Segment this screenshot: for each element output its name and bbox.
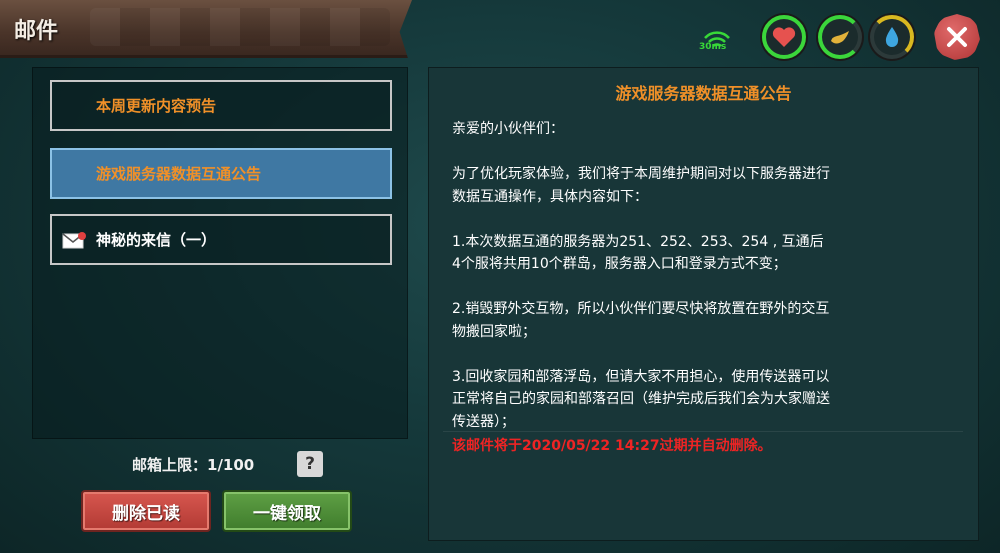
hunger-button[interactable] xyxy=(818,15,862,59)
close-icon xyxy=(947,27,967,47)
mail-item-label: 神秘的来信（一） xyxy=(96,231,217,249)
mail-item-label: 本周更新内容预告 xyxy=(96,97,217,115)
page-title: 邮件 xyxy=(14,19,59,44)
mail-item-label: 游戏服务器数据互通公告 xyxy=(96,165,262,183)
food-icon xyxy=(831,31,849,44)
heart-icon xyxy=(772,27,796,47)
close-button[interactable] xyxy=(934,14,980,60)
mail-item-mysterious-letter[interactable]: 神秘的来信（一） xyxy=(50,214,392,265)
mail-item-server-merge[interactable]: 游戏服务器数据互通公告 xyxy=(50,148,392,199)
delete-read-button[interactable]: 删除已读 xyxy=(81,490,211,532)
water-drop-icon xyxy=(885,27,899,47)
thirst-button[interactable] xyxy=(870,15,914,59)
divider xyxy=(443,431,963,432)
health-button[interactable] xyxy=(762,15,806,59)
expire-notice: 该邮件将于2020/05/22 14:27过期并自动删除。 xyxy=(452,438,772,454)
mail-title: 游戏服务器数据互通公告 xyxy=(615,84,792,103)
ping-readout: 30ms xyxy=(699,42,727,52)
claim-all-button[interactable]: 一键领取 xyxy=(222,490,352,532)
mail-body: 亲爱的小伙伴们： 为了优化玩家体验，我们将于本周维护期间对以下服务器进行 数据互… xyxy=(452,121,830,430)
mailbox-limit: 邮箱上限：1/100 xyxy=(132,456,255,474)
help-button[interactable]: ? xyxy=(297,451,323,477)
title-banner xyxy=(0,0,412,58)
mail-item-update-preview[interactable]: 本周更新内容预告 xyxy=(50,80,392,131)
envelope-icon xyxy=(62,232,86,249)
banner-decoration xyxy=(90,8,390,46)
